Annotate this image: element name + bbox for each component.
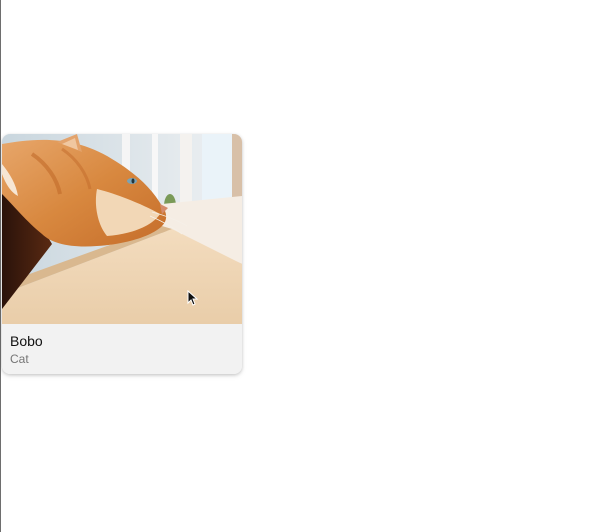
card-subtitle: Cat [10,352,29,366]
window-edge [0,0,1,532]
card-body: Bobo Cat [2,324,242,374]
pet-card[interactable]: Bobo Cat [2,134,242,374]
card-title: Bobo [10,333,43,349]
page: Bobo Cat [0,0,600,532]
cat-photo [2,134,242,324]
